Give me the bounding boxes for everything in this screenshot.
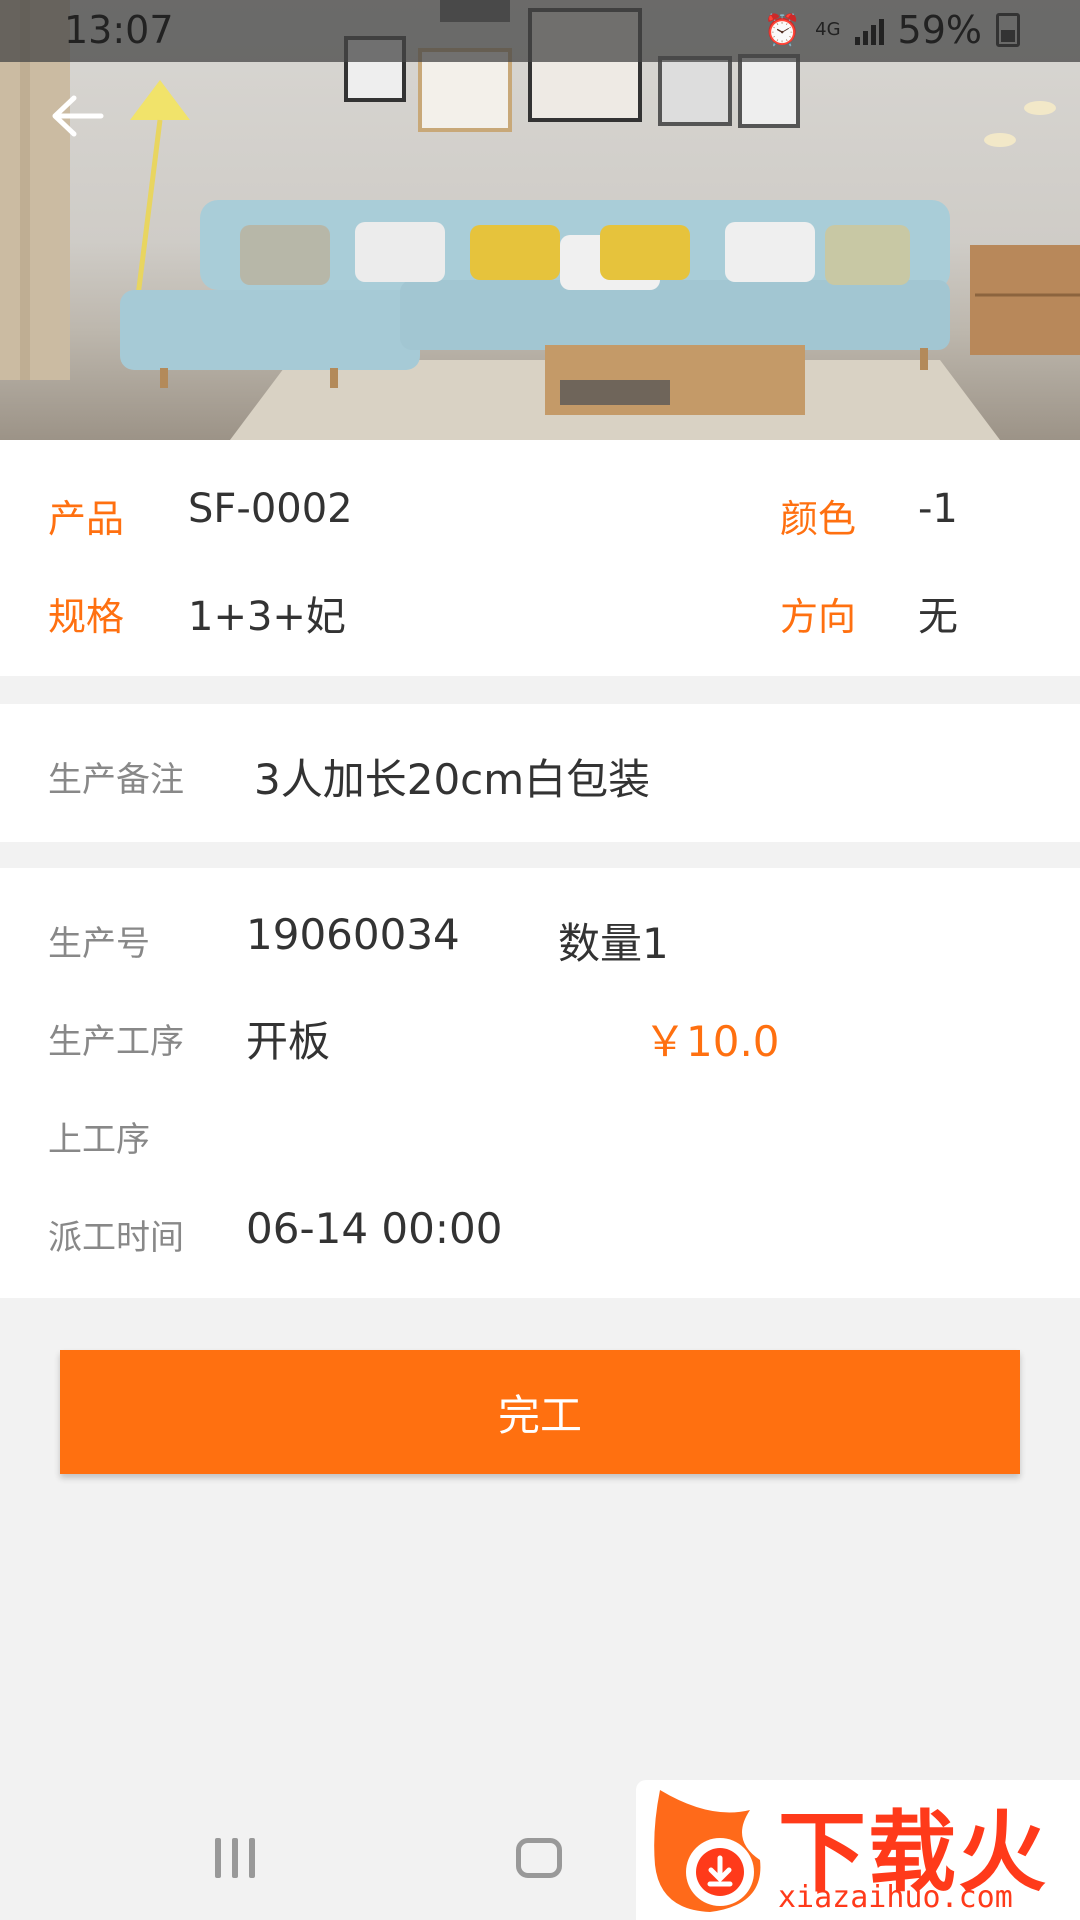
previous-process-label: 上工序 [48, 1120, 150, 1160]
home-icon[interactable] [516, 1838, 562, 1878]
status-bar: 13:07 ⏰ 4G 59% [0, 0, 1080, 62]
watermark-logo: 下载火 xiazaihuo.com [636, 1780, 1080, 1920]
signal-icon [854, 15, 884, 45]
recent-apps-icon[interactable] [215, 1838, 255, 1878]
alarm-icon: ⏰ [763, 12, 802, 48]
complete-button[interactable]: 完工 [60, 1350, 1020, 1474]
price-value: ￥10.0 [644, 1017, 780, 1066]
direction-label: 方向 [780, 595, 857, 639]
spec-label: 规格 [48, 595, 125, 639]
spec-value: 1+3+妃 [188, 594, 346, 640]
status-time: 13:07 [64, 8, 174, 52]
process-value: 开板 [246, 1017, 331, 1066]
battery-percent: 59% [897, 8, 982, 52]
product-info-card: 产品 SF-0002 颜色 -1 规格 1+3+妃 方向 无 [0, 440, 1080, 676]
remark-value: 3人加长20cm白包装 [254, 755, 651, 804]
remark-card: 生产备注 3人加长20cm白包装 [0, 704, 1080, 842]
back-button[interactable] [50, 95, 120, 155]
product-label: 产品 [48, 497, 125, 541]
battery-icon [996, 13, 1020, 47]
production-number-value: 19060034 [246, 910, 460, 959]
dispatch-time-label: 派工时间 [48, 1218, 184, 1258]
color-label: 颜色 [780, 497, 857, 541]
network-type: 4G [815, 19, 841, 40]
direction-value: 无 [918, 594, 958, 640]
flame-logo-icon [654, 1790, 761, 1912]
watermark-url: xiazaihuo.com [778, 1880, 1013, 1915]
color-value: -1 [918, 486, 958, 532]
product-image: 13:07 ⏰ 4G 59% [0, 0, 1080, 440]
process-label: 生产工序 [48, 1022, 184, 1062]
production-number-label: 生产号 [48, 924, 150, 964]
product-value: SF-0002 [188, 486, 353, 532]
production-card: 生产号 19060034 数量1 生产工序 开板 ￥10.0 上工序 派工时间 … [0, 868, 1080, 1298]
dispatch-time-value: 06-14 00:00 [246, 1204, 503, 1253]
remark-label: 生产备注 [48, 760, 184, 800]
back-arrow-icon [52, 95, 104, 137]
quantity-value: 数量1 [558, 919, 669, 968]
